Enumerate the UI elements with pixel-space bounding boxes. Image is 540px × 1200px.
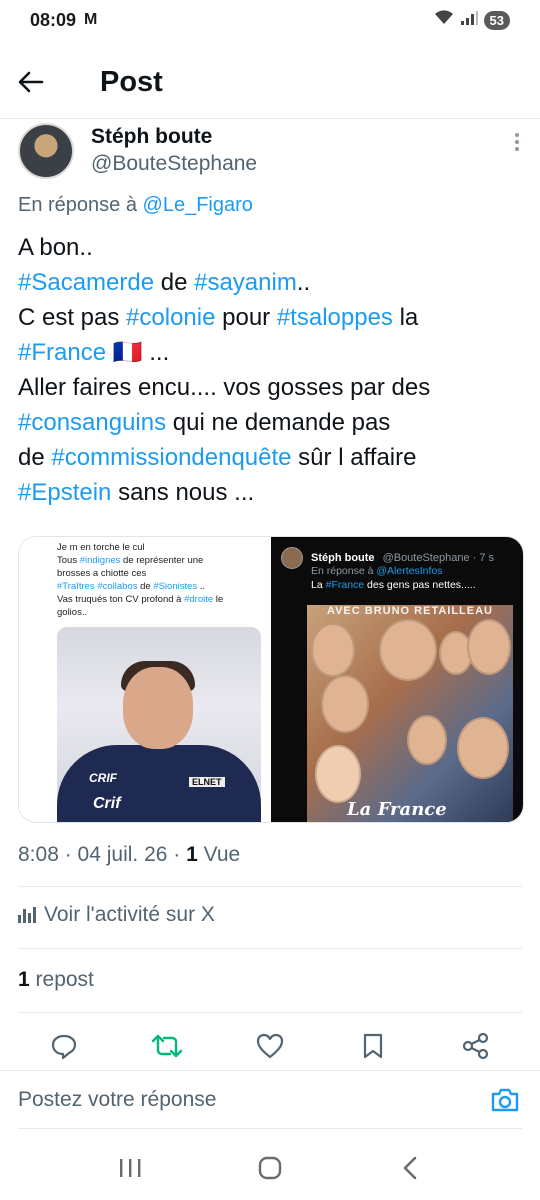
- activity-divider: [18, 948, 522, 949]
- wifi-icon: [434, 9, 454, 31]
- text-line: #France 🇫🇷 ...: [18, 339, 170, 366]
- bookmark-icon[interactable]: [353, 1026, 393, 1066]
- hashtag-link[interactable]: #tsaloppes: [277, 304, 393, 331]
- text-line: de #commissiondenquête sûr l affaire: [18, 444, 417, 471]
- hashtag-link[interactable]: #France: [18, 339, 106, 366]
- post-media: Je m en torche le cul Tous #indignes de …: [18, 536, 524, 823]
- image-caption-text: Je m en torche le cul Tous #indignes de …: [57, 542, 224, 618]
- header-divider: [0, 118, 540, 119]
- media-image-right[interactable]: Stéph boute @BouteStephane · 7 s En répo…: [271, 537, 523, 822]
- share-icon[interactable]: [456, 1026, 496, 1066]
- hashtag-link[interactable]: #consanguins: [18, 409, 166, 436]
- photo-man: CRIF ELNET Crif: [57, 627, 261, 822]
- system-nav-bar: [0, 1135, 540, 1200]
- app-header: Post: [0, 52, 540, 112]
- like-icon[interactable]: [250, 1026, 290, 1066]
- battery-indicator: 53: [483, 10, 510, 30]
- camera-icon[interactable]: [488, 1083, 522, 1117]
- media-image-left[interactable]: Je m en torche le cul Tous #indignes de …: [19, 537, 271, 822]
- meta-divider: [18, 886, 522, 887]
- avatar[interactable]: [18, 123, 74, 179]
- home-icon[interactable]: [240, 1148, 300, 1188]
- back-arrow-icon[interactable]: [18, 71, 78, 93]
- analytics-icon: [18, 907, 36, 923]
- repost-count[interactable]: 1 repost: [18, 968, 94, 992]
- post-timestamp: 8:08 · 04 juil. 26 · 1 Vue: [18, 843, 241, 866]
- reply-icon[interactable]: [44, 1026, 84, 1066]
- hashtag-link[interactable]: #Sacamerde: [18, 269, 154, 296]
- text-line: Aller faires encu.... vos gosses par des: [18, 374, 431, 401]
- composer-divider: [18, 1128, 522, 1129]
- status-time: 08:09: [30, 9, 77, 30]
- hashtag-link[interactable]: #Epstein: [18, 479, 111, 506]
- reply-input[interactable]: Postez votre réponse: [18, 1088, 216, 1112]
- status-bar: 08:09 M 53: [0, 0, 540, 40]
- reply-context: En réponse à @Le_Figaro: [18, 194, 253, 217]
- post-author[interactable]: Stéph boute @BouteStephane: [18, 120, 528, 182]
- view-count: 1: [186, 843, 198, 866]
- repost-icon[interactable]: [147, 1026, 187, 1066]
- gmail-icon: M: [84, 11, 98, 28]
- reply-prefix: En réponse à: [18, 194, 137, 216]
- more-options-icon[interactable]: [514, 132, 520, 152]
- reply-composer[interactable]: Postez votre réponse: [0, 1070, 540, 1128]
- recent-apps-icon[interactable]: [100, 1148, 160, 1188]
- hashtag-link[interactable]: #colonie: [126, 304, 215, 331]
- reply-to-link[interactable]: @Le_Figaro: [143, 194, 253, 216]
- embed-avatar: [281, 547, 303, 569]
- politicians-collage: AVEC BRUNO RETAILLEAU La France: [307, 605, 513, 822]
- text-line: #Sacamerde de #sayanim..: [18, 269, 311, 296]
- post-text: A bon.. #Sacamerde de #sayanim.. C est p…: [18, 230, 523, 510]
- back-icon[interactable]: [380, 1148, 440, 1188]
- hashtag-link[interactable]: #commissiondenquête: [51, 444, 291, 471]
- text-line: C est pas #colonie pour #tsaloppes la: [18, 304, 419, 331]
- reposts-divider: [18, 1012, 522, 1013]
- page-title: Post: [100, 65, 163, 98]
- text-line: #Epstein sans nous ...: [18, 479, 255, 506]
- view-activity-link[interactable]: Voir l'activité sur X: [18, 903, 215, 927]
- hashtag-link[interactable]: #sayanim: [194, 269, 297, 296]
- author-display-name[interactable]: Stéph boute: [91, 124, 257, 150]
- text-line: A bon..: [18, 234, 93, 261]
- author-handle[interactable]: @BouteStephane: [91, 150, 257, 178]
- text-line: #consanguins qui ne demande pas: [18, 409, 391, 436]
- action-bar: [0, 1026, 540, 1066]
- signal-icon: [460, 10, 478, 31]
